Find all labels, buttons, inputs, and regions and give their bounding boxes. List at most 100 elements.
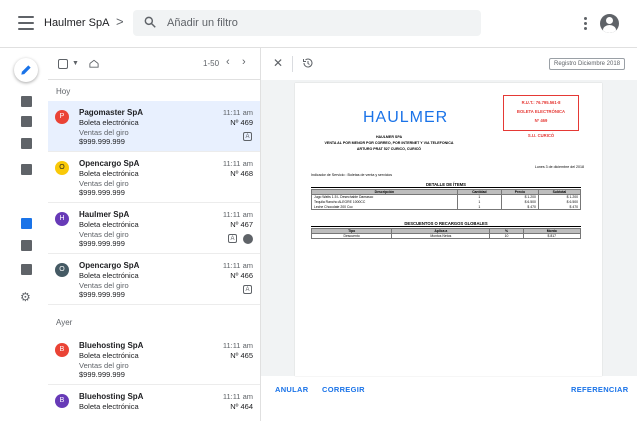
inbox-up-icon[interactable] xyxy=(21,116,32,127)
sender-name: Bluehosting SpA xyxy=(79,341,144,350)
table-cell: 10 xyxy=(489,233,524,239)
time: 11:11 am xyxy=(222,108,253,117)
folio-number: Nº 467 xyxy=(230,220,253,229)
sender-name: Opencargo SpA xyxy=(79,159,140,168)
list-item[interactable]: B Bluehosting SpA Boleta electrónica 11:… xyxy=(48,385,260,421)
corregir-button[interactable]: CORREGIR xyxy=(322,385,365,394)
pager-range: 1-50 xyxy=(203,59,220,68)
service-indicator: Indicador de Servicio : Boletas de venta… xyxy=(311,173,393,177)
rut: R.U.T.: 76.795.561-8 xyxy=(521,100,561,105)
search-placeholder[interactable]: Añadir un filtro xyxy=(167,17,238,29)
more-vert-icon[interactable] xyxy=(584,17,588,31)
select-dropdown-icon[interactable]: ▼ xyxy=(72,60,79,67)
sender-name: Haulmer SpA xyxy=(79,210,130,219)
description: Ventas del giro xyxy=(79,361,129,370)
folio-number: Nº 468 xyxy=(230,169,253,178)
menu-icon[interactable] xyxy=(18,16,34,30)
registro-chip[interactable]: Registro Diciembre 2018 xyxy=(549,58,626,70)
document-type-title: Boleta ELECTRÓNICA xyxy=(516,109,566,114)
previous-page-icon[interactable]: ‹ xyxy=(226,56,230,68)
account-avatar-icon[interactable] xyxy=(600,14,619,33)
boleta-document: HAULMER R.U.T.: 76.795.561-8 Boleta ELEC… xyxy=(295,83,602,376)
list-toolbar: ▼ 1-50 ‹ › xyxy=(48,48,260,80)
table-cell: 1 xyxy=(456,204,502,210)
time: 11:11 am xyxy=(222,210,253,219)
issuer-name: HAULMER SPA xyxy=(375,135,403,139)
history-icon[interactable] xyxy=(302,57,314,69)
pencil-icon xyxy=(21,65,31,75)
toolbar-divider xyxy=(292,56,293,72)
referenciar-button[interactable]: REFERENCIAR xyxy=(571,385,628,394)
table-cell: $ 470 xyxy=(500,204,539,210)
list-item[interactable]: B Bluehosting SpA Boleta electrónica Ven… xyxy=(48,334,260,385)
compose-button[interactable] xyxy=(14,58,38,82)
mark-read-icon[interactable] xyxy=(88,58,100,69)
table-row: Leche Chocolate 200 Ccc 1 $ 470 $ 470 xyxy=(311,204,582,210)
status-badge: A xyxy=(243,285,252,294)
inbox-down-icon[interactable] xyxy=(21,96,32,107)
descuentos-title: DESCUENTOS O RECARGOS GLOBALES xyxy=(311,221,581,227)
folio-number: Nº 469 xyxy=(230,118,253,127)
table-cell: Leche Chocolate 200 Ccc xyxy=(311,204,458,210)
document-list: ▼ 1-50 ‹ › Hoy P Pagomaster SpA Boleta e… xyxy=(48,48,261,421)
issuer-activity: VENTA AL POR MENOR POR CORREO, POR INTER… xyxy=(324,141,454,145)
company-name[interactable]: Haulmer SpA xyxy=(44,17,109,29)
document-export-icon[interactable] xyxy=(21,264,32,275)
top-app-bar: Haulmer SpA > Añadir un filtro xyxy=(0,0,637,48)
document-folder-icon[interactable] xyxy=(21,218,32,229)
table-cell: Montos Netos xyxy=(391,233,491,239)
status-badge: A xyxy=(243,132,252,141)
amount: $999.999.999 xyxy=(79,370,125,379)
avatar: P xyxy=(55,110,69,124)
action-bar: ANULAR CORREGIR REFERENCIAR xyxy=(261,376,637,421)
section-header-today: Hoy xyxy=(56,87,71,96)
sender-name: Pagomaster SpA xyxy=(79,108,144,117)
document-detail-pane: ✕ Registro Diciembre 2018 HAULMER R.U.T.… xyxy=(261,48,637,421)
description: Ventas del giro xyxy=(79,128,129,137)
left-navigation-rail: ⚙ xyxy=(0,48,48,421)
time: 11:11 am xyxy=(222,159,253,168)
close-icon[interactable]: ✕ xyxy=(273,56,283,70)
list-item[interactable]: O Opencargo SpA Boleta electrónica Venta… xyxy=(48,254,260,305)
list-item[interactable]: O Opencargo SpA Boleta electrónica Venta… xyxy=(48,152,260,203)
document-number: Nº 469 xyxy=(534,118,548,123)
table-cell: Descuento xyxy=(310,233,393,239)
description: Ventas del giro xyxy=(79,230,129,239)
sender-name: Bluehosting SpA xyxy=(79,392,144,401)
comment-icon[interactable] xyxy=(243,234,253,244)
document-type: Boleta electrónica xyxy=(79,220,139,229)
list-item[interactable]: H Haulmer SpA Boleta electrónica Ventas … xyxy=(48,203,260,254)
select-all-checkbox[interactable] xyxy=(58,59,68,69)
archive-icon[interactable] xyxy=(21,138,32,149)
list-item[interactable]: P Pagomaster SpA Boleta electrónica Vent… xyxy=(48,101,260,152)
section-header-yesterday: Ayer xyxy=(56,318,73,327)
descuentos-table: Tipo Aplica a % Monto Descuento Montos N… xyxy=(310,228,582,239)
sii-office: S.I.I. CURICÓ xyxy=(527,133,555,138)
time: 11:11 am xyxy=(222,341,253,350)
anular-button[interactable]: ANULAR xyxy=(275,385,308,394)
avatar: O xyxy=(55,161,69,175)
description: Ventas del giro xyxy=(79,179,129,188)
amount: $999.999.999 xyxy=(79,290,125,299)
next-page-icon[interactable]: › xyxy=(242,56,246,68)
amount: $999.999.999 xyxy=(79,239,125,248)
document-type: Boleta electrónica xyxy=(79,402,139,411)
table-row: Descuento Montos Netos 10 $ 817 xyxy=(310,233,582,239)
detail-toolbar: ✕ Registro Diciembre 2018 xyxy=(261,48,637,80)
document-type: Boleta electrónica xyxy=(79,118,139,127)
folio-number: Nº 466 xyxy=(230,271,253,280)
document-list-icon[interactable] xyxy=(21,240,32,251)
document-type: Boleta electrónica xyxy=(79,351,139,360)
status-badge: A xyxy=(228,234,237,243)
issuer-address: ARTURO PRAT 527 CURICO, CURICÓ xyxy=(356,147,422,151)
amount: $999.999.999 xyxy=(79,137,125,146)
detalle-title: DETALLE DE ÍTEMS xyxy=(311,182,581,188)
rut-box: R.U.T.: 76.795.561-8 Boleta ELECTRÓNICA … xyxy=(503,95,579,131)
report-icon[interactable] xyxy=(21,164,32,175)
chevron-right-icon[interactable]: > xyxy=(116,14,124,29)
filter-search-bar[interactable]: Añadir un filtro xyxy=(133,10,481,36)
document-type: Boleta electrónica xyxy=(79,271,139,280)
detalle-table: Descripción Cantidad Precio Subtotal Jug… xyxy=(311,189,582,210)
gear-icon[interactable]: ⚙ xyxy=(20,290,31,304)
table-cell: $ 470 xyxy=(537,204,582,210)
